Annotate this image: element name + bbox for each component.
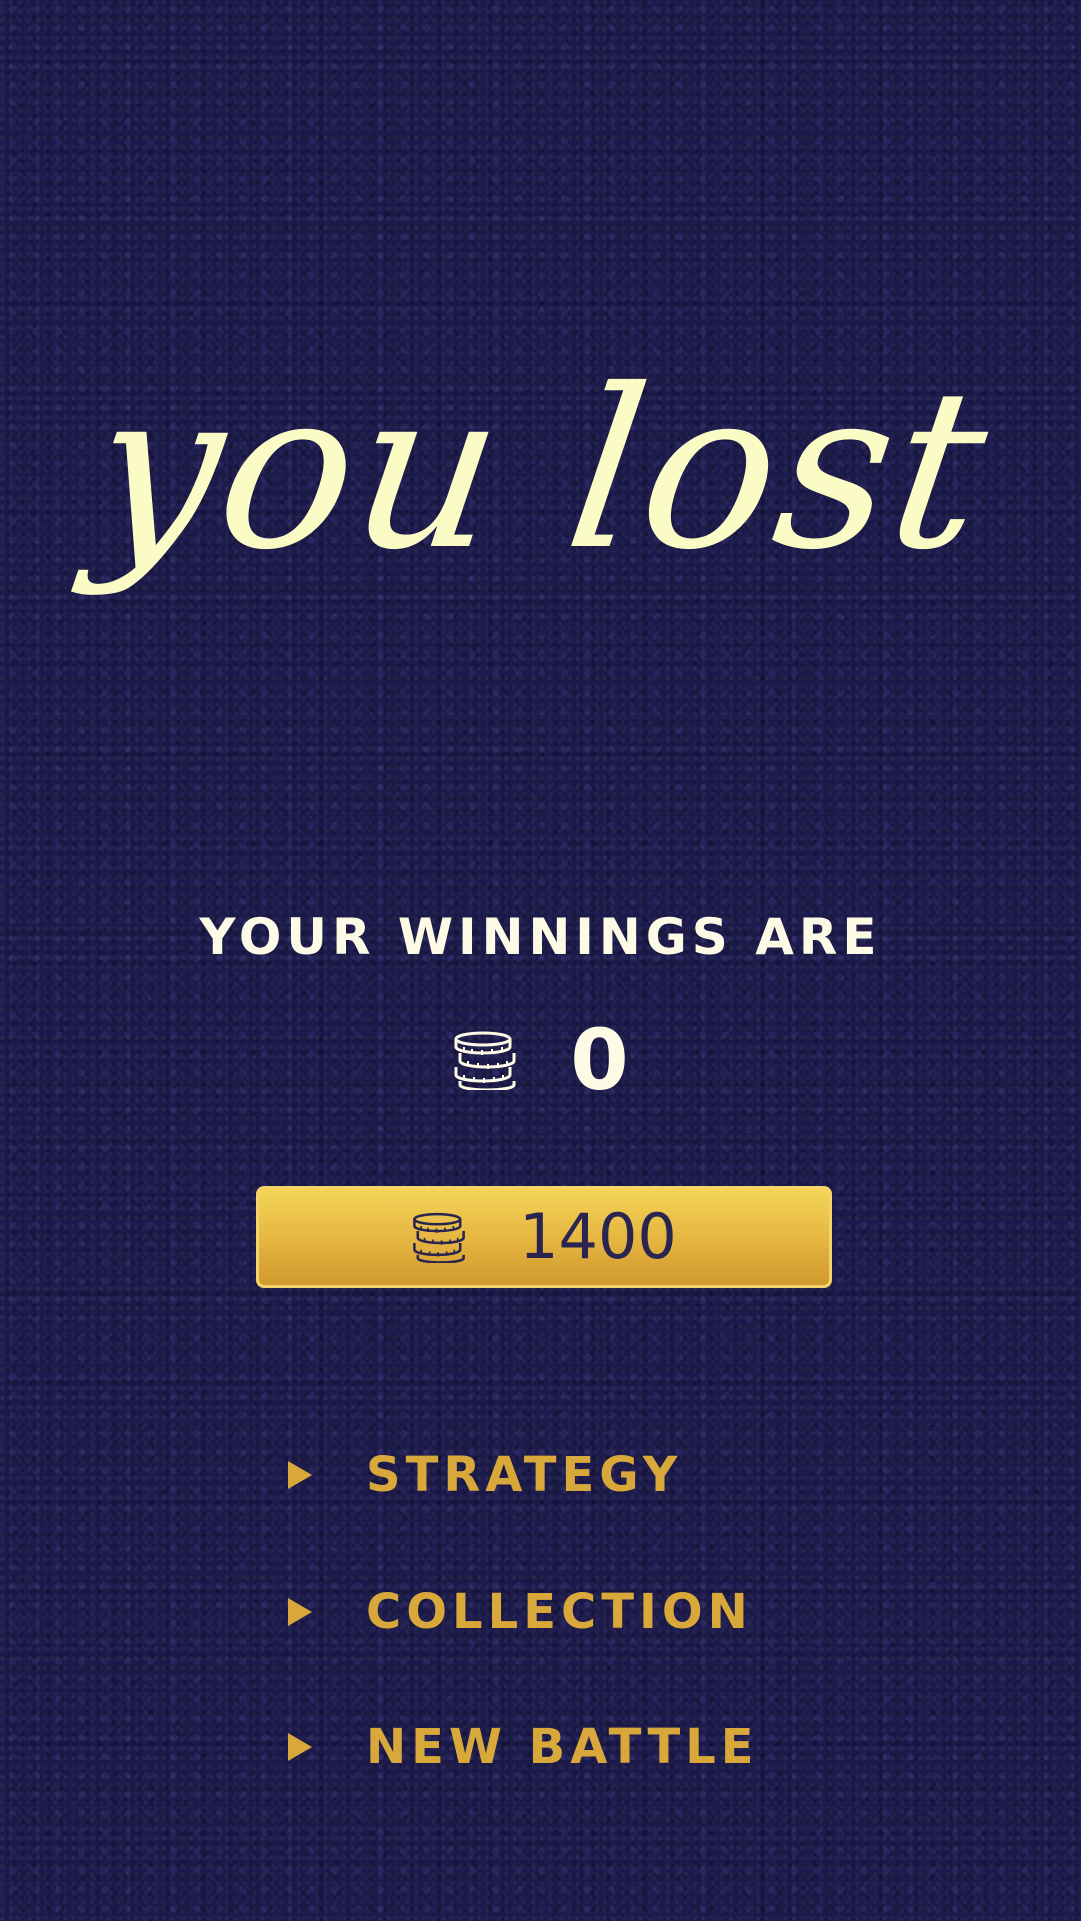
menu-item-collection[interactable]: COLLECTION <box>288 1577 753 1647</box>
winnings-row: 0 <box>0 1010 1081 1110</box>
menu-item-label: STRATEGY <box>366 1447 683 1503</box>
coin-balance-bar: 1400 <box>256 1186 832 1288</box>
coin-balance-value: 1400 <box>519 1200 677 1273</box>
play-arrow-icon <box>288 1733 312 1761</box>
menu-item-label: COLLECTION <box>366 1584 753 1640</box>
winnings-label: YOUR WINNINGS ARE <box>199 908 882 966</box>
play-arrow-icon <box>288 1461 312 1489</box>
result-title: you lost <box>78 342 1003 598</box>
winnings-value: 0 <box>570 1011 629 1109</box>
coins-stack-icon <box>413 1212 465 1263</box>
menu-item-strategy[interactable]: STRATEGY <box>288 1440 682 1510</box>
menu-item-label: NEW BATTLE <box>366 1719 759 1775</box>
game-over-screen: you lost YOUR WINNINGS ARE 0 1400 STRATE… <box>0 0 1081 1921</box>
play-arrow-icon <box>288 1598 312 1626</box>
menu-item-new-battle[interactable]: NEW BATTLE <box>288 1712 759 1782</box>
coins-stack-icon <box>454 1031 516 1090</box>
